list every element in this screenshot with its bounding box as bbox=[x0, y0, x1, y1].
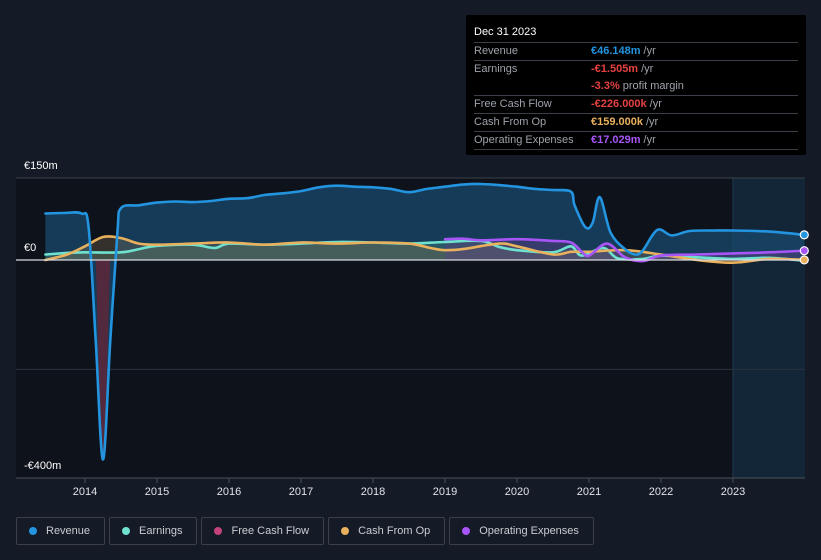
tooltip-label: Operating Expenses bbox=[474, 134, 574, 146]
legend-item-earnings[interactable]: Earnings bbox=[109, 517, 198, 545]
legend-dot-icon bbox=[29, 527, 37, 535]
tooltip-value: €46.148m bbox=[591, 45, 641, 57]
legend-dot-icon bbox=[214, 527, 223, 535]
tooltip-value: €159.000k bbox=[591, 116, 643, 128]
legend-item-operating-expenses[interactable]: Operating Expenses bbox=[449, 517, 594, 545]
tooltip-label: Earnings bbox=[474, 63, 518, 75]
tooltip-value: -3.3% bbox=[591, 80, 620, 92]
legend: Revenue Earnings Free Cash Flow Cash Fro… bbox=[16, 517, 594, 545]
tooltip-label: Free Cash Flow bbox=[474, 98, 552, 110]
legend-label: Free Cash Flow bbox=[231, 525, 310, 537]
tooltip-row-earnings: Earnings -€1.505m /yr bbox=[474, 61, 798, 78]
revenue-end-marker bbox=[799, 230, 809, 240]
tooltip-value: €17.029m bbox=[591, 134, 641, 146]
legend-item-revenue[interactable]: Revenue bbox=[16, 517, 106, 545]
tooltip-unit: /yr bbox=[646, 116, 659, 128]
legend-dot-icon bbox=[341, 527, 350, 535]
tooltip-unit: /yr bbox=[643, 134, 656, 146]
tooltip-unit: /yr bbox=[649, 98, 662, 110]
x-tick-label-2017: 2017 bbox=[289, 486, 313, 498]
legend-label: Cash From Op bbox=[358, 525, 431, 537]
tooltip-label bbox=[474, 78, 591, 95]
x-tick-label-2018: 2018 bbox=[361, 486, 385, 498]
tooltip-value: -€1.505m bbox=[591, 63, 639, 75]
cash-from-op-end-marker bbox=[799, 255, 809, 265]
tooltip-label: Cash From Op bbox=[474, 116, 547, 128]
y-tick-label-0: €0 bbox=[24, 242, 37, 254]
tooltip-unit: /yr bbox=[641, 63, 654, 75]
x-tick-label-2023: 2023 bbox=[721, 486, 745, 498]
y-tick-label-150m: €150m bbox=[24, 160, 58, 172]
legend-label: Operating Expenses bbox=[479, 525, 579, 537]
tooltip-date: Dec 31 2023 bbox=[474, 23, 798, 43]
x-tick-label-2021: 2021 bbox=[577, 486, 601, 498]
tooltip-row-free-cash-flow: Free Cash Flow -€226.000k /yr bbox=[474, 96, 798, 114]
tooltip-row-operating-expenses: Operating Expenses €17.029m /yr bbox=[474, 132, 798, 150]
tooltip-unit: profit margin bbox=[622, 80, 684, 92]
legend-label: Revenue bbox=[46, 525, 91, 537]
x-tick-label-2016: 2016 bbox=[217, 486, 241, 498]
tooltip-row-cash-from-op: Cash From Op €159.000k /yr bbox=[474, 114, 798, 132]
legend-item-free-cash-flow[interactable]: Free Cash Flow bbox=[201, 517, 325, 545]
tooltip-label: Revenue bbox=[474, 45, 519, 57]
legend-item-cash-from-op[interactable]: Cash From Op bbox=[328, 517, 446, 545]
x-tick-label-2015: 2015 bbox=[145, 486, 169, 498]
operating-expenses-end-marker bbox=[799, 246, 809, 256]
tooltip-row-revenue: Revenue €46.148m /yr bbox=[474, 43, 798, 61]
x-tick-label-2019: 2019 bbox=[433, 486, 457, 498]
tooltip-unit: /yr bbox=[643, 45, 656, 57]
y-tick-label-minus-400m: -€400m bbox=[24, 460, 62, 472]
tooltip-row-profit-margin: -3.3% profit margin bbox=[474, 78, 798, 96]
legend-dot-icon bbox=[462, 527, 471, 535]
x-tick-label-2022: 2022 bbox=[649, 486, 673, 498]
x-tick-label-2014: 2014 bbox=[73, 486, 97, 498]
tooltip: Dec 31 2023 Revenue €46.148m /yr Earning… bbox=[466, 15, 806, 155]
forecast-shade bbox=[733, 178, 805, 478]
legend-dot-icon bbox=[122, 527, 131, 535]
legend-label: Earnings bbox=[139, 525, 183, 537]
tooltip-value: -€226.000k bbox=[591, 98, 647, 110]
x-tick-label-2020: 2020 bbox=[505, 486, 529, 498]
